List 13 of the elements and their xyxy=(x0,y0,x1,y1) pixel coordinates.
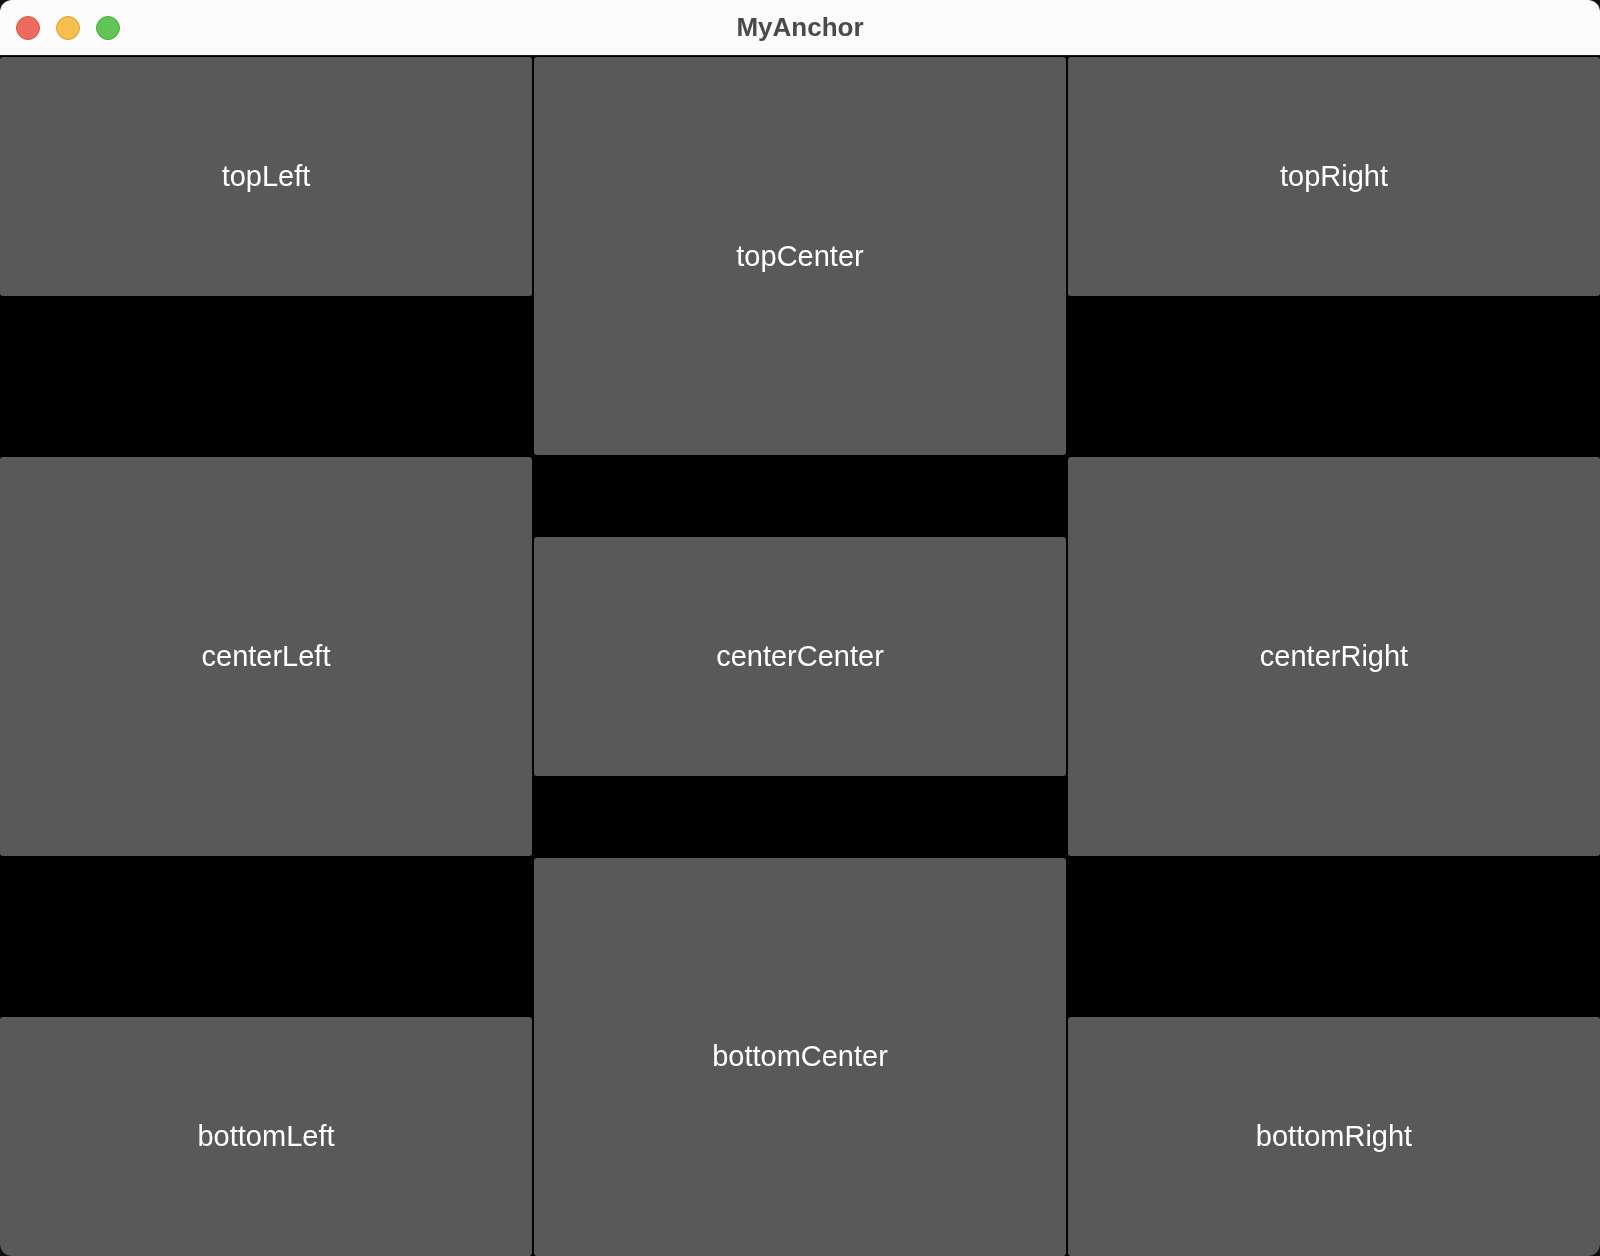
box-label: centerLeft xyxy=(201,640,331,673)
box-label: topLeft xyxy=(221,160,311,193)
box-label: bottomLeft xyxy=(197,1120,335,1153)
box-label: topRight xyxy=(1280,160,1388,193)
box-label: topCenter xyxy=(736,239,864,273)
box-label: bottomCenter xyxy=(712,1040,888,1074)
box-label: centerCenter xyxy=(716,640,884,673)
box-label: bottomRight xyxy=(1255,1120,1413,1153)
zoom-button[interactable] xyxy=(96,15,120,40)
close-button[interactable] xyxy=(16,15,40,40)
window-title: MyAnchor xyxy=(736,12,864,43)
minimize-button[interactable] xyxy=(56,15,80,40)
box-label: centerRight xyxy=(1259,640,1409,673)
